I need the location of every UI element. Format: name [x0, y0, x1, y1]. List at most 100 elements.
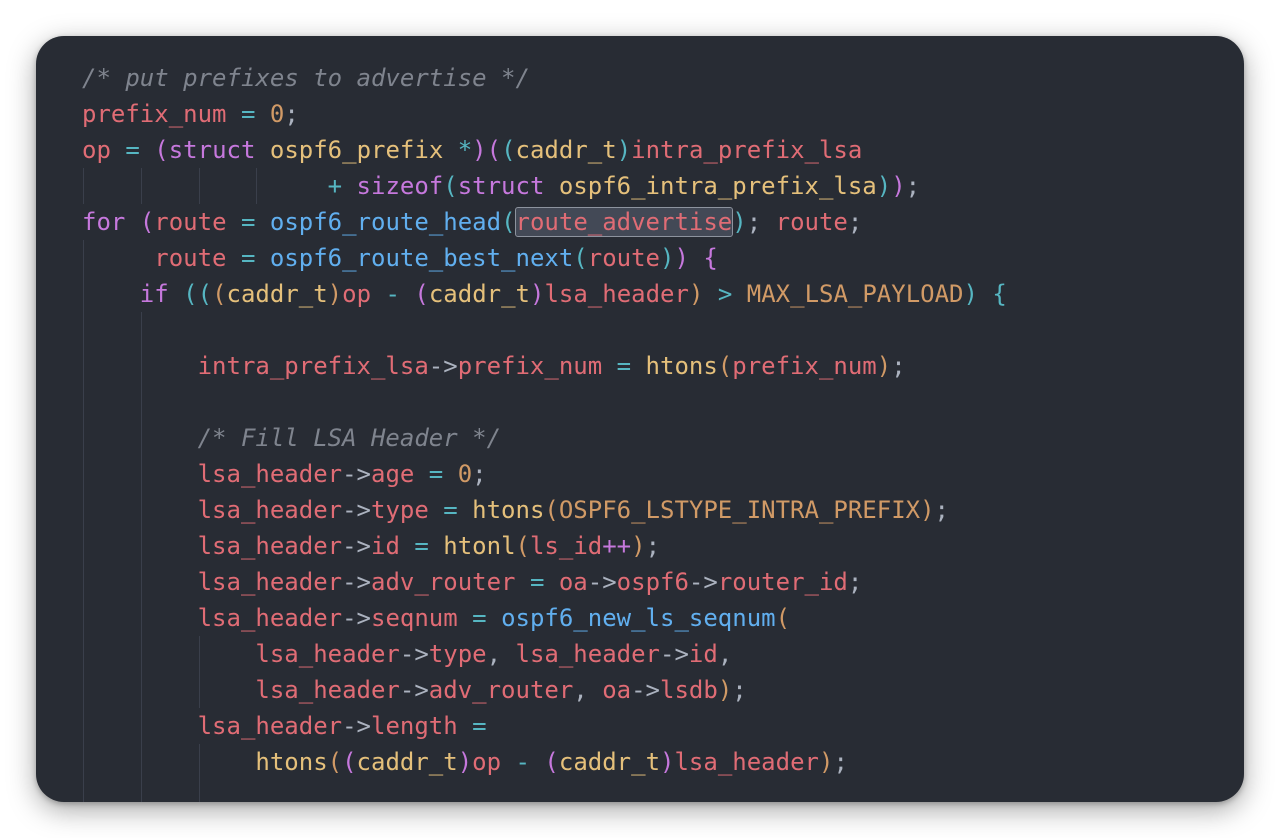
indent-guide	[83, 744, 84, 780]
code-line[interactable]: /* Fill LSA Header */	[82, 420, 1007, 456]
code-token: (	[443, 172, 458, 200]
indent-guide	[140, 168, 142, 204]
code-line[interactable]: lsa_header->seqnum = ospf6_new_ls_seqnum…	[82, 600, 1007, 636]
code-token: MAX_LSA_PAYLOAD	[746, 280, 964, 308]
code-line[interactable]: lsa_header->adv_router, oa->lsdb);	[82, 672, 1007, 708]
code-token: lsa_header	[197, 568, 343, 596]
code-token: /* Fill LSA Header */	[197, 424, 502, 452]
code-line[interactable]: lsa_header->length =	[82, 708, 1007, 744]
code-line[interactable]: /* put prefixes to advertise */	[82, 60, 1007, 96]
indent-guide	[83, 384, 84, 420]
code-block[interactable]: /* put prefixes to advertise */ prefix_nu…	[82, 60, 1007, 802]
code-token: ->	[342, 460, 371, 488]
code-token: seqnum	[371, 604, 458, 632]
code-token: op	[472, 748, 502, 776]
code-token: )	[457, 748, 473, 776]
indent-guide	[83, 312, 84, 348]
code-line[interactable]: if (((caddr_t)op - (caddr_t)lsa_header) …	[82, 276, 1007, 312]
code-token: ++	[602, 532, 632, 560]
code-token: (	[197, 280, 213, 308]
code-token: ;	[891, 352, 906, 380]
indent-guide	[140, 780, 142, 802]
code-line[interactable]: lsa_header->type, lsa_header->id,	[82, 636, 1007, 672]
code-token: =	[457, 712, 487, 740]
code-line[interactable]: lsa_header->id = htonl(ls_id++);	[82, 528, 1007, 564]
indent-guide	[140, 708, 142, 744]
indent-guide	[83, 348, 84, 384]
code-token: adv_router	[371, 568, 516, 596]
code-line[interactable]: + sizeof(struct ospf6_intra_prefix_lsa))…	[82, 168, 1007, 204]
selected-token: route_advertise	[514, 207, 734, 237]
code-token: )	[327, 280, 343, 308]
code-line[interactable]: for (route = ospf6_route_head(route_adve…	[82, 204, 1007, 240]
code-line[interactable]: route = ospf6_route_best_next(route)) {	[82, 240, 1007, 276]
indent-guide	[83, 492, 84, 528]
indent-guide	[140, 456, 142, 492]
indent-guide	[198, 636, 200, 672]
code-line[interactable]: prefix_num = 0;	[82, 96, 1007, 132]
code-token: =	[428, 496, 473, 524]
code-token: >	[703, 280, 747, 308]
code-token: adv_router	[428, 676, 574, 704]
code-line[interactable]: htons((caddr_t)op - (caddr_t)lsa_header)…	[82, 744, 1007, 780]
code-line[interactable]	[82, 312, 1007, 348]
code-token: =	[414, 460, 458, 488]
indent-guide	[83, 276, 84, 312]
indent-guide	[198, 168, 200, 204]
code-token: route	[775, 208, 848, 236]
code-line[interactable]: intra_prefix_lsa->prefix_num = htons(pre…	[82, 348, 1007, 384]
code-token: (	[154, 136, 169, 164]
code-token: htonl	[443, 532, 516, 560]
code-token: )	[660, 244, 675, 272]
code-line[interactable]	[82, 780, 1007, 802]
indent-guide	[140, 528, 142, 564]
code-token: op	[342, 280, 372, 308]
code-line[interactable]: lsa_header->adv_router = oa->ospf6->rout…	[82, 564, 1007, 600]
code-token: ;	[472, 460, 487, 488]
code-token: )	[674, 244, 689, 272]
code-token: =	[226, 100, 270, 128]
code-token: caddr_t	[515, 136, 617, 164]
indent-guide	[83, 708, 84, 744]
indent-guide	[140, 744, 142, 780]
code-token: )	[660, 748, 675, 776]
code-token: ->	[688, 568, 718, 596]
code-token: route	[154, 244, 227, 272]
code-token: caddr_t	[558, 748, 661, 776]
code-line[interactable]	[82, 384, 1007, 420]
code-token: struct	[168, 136, 256, 164]
code-token: )	[920, 496, 935, 524]
code-token: (	[501, 208, 516, 236]
code-token: ospf6	[616, 568, 689, 596]
code-token: lsa_header	[255, 640, 400, 668]
indent-guide	[140, 492, 142, 528]
code-token: route	[587, 244, 660, 272]
code-token: htons	[645, 352, 718, 380]
code-token: ->	[428, 352, 458, 380]
code-token: oa	[602, 676, 632, 704]
code-token: type	[428, 640, 487, 668]
code-line[interactable]: lsa_header->type = htons(OSPF6_LSTYPE_IN…	[82, 492, 1007, 528]
code-token: lsdb	[660, 676, 718, 704]
indent-guide	[83, 240, 84, 276]
code-token: ->	[587, 568, 617, 596]
indent-guide	[256, 168, 258, 204]
code-line[interactable]: op = (struct ospf6_prefix *)((caddr_t)in…	[82, 132, 1007, 168]
code-token: htons	[472, 496, 545, 524]
code-line[interactable]: lsa_header->age = 0;	[82, 456, 1007, 492]
code-token: =	[602, 352, 646, 380]
indent-guide	[140, 420, 142, 456]
code-token: caddr_t	[226, 280, 328, 308]
code-token: )	[876, 352, 892, 380]
code-token: )	[688, 280, 704, 308]
code-token: route	[154, 208, 227, 236]
